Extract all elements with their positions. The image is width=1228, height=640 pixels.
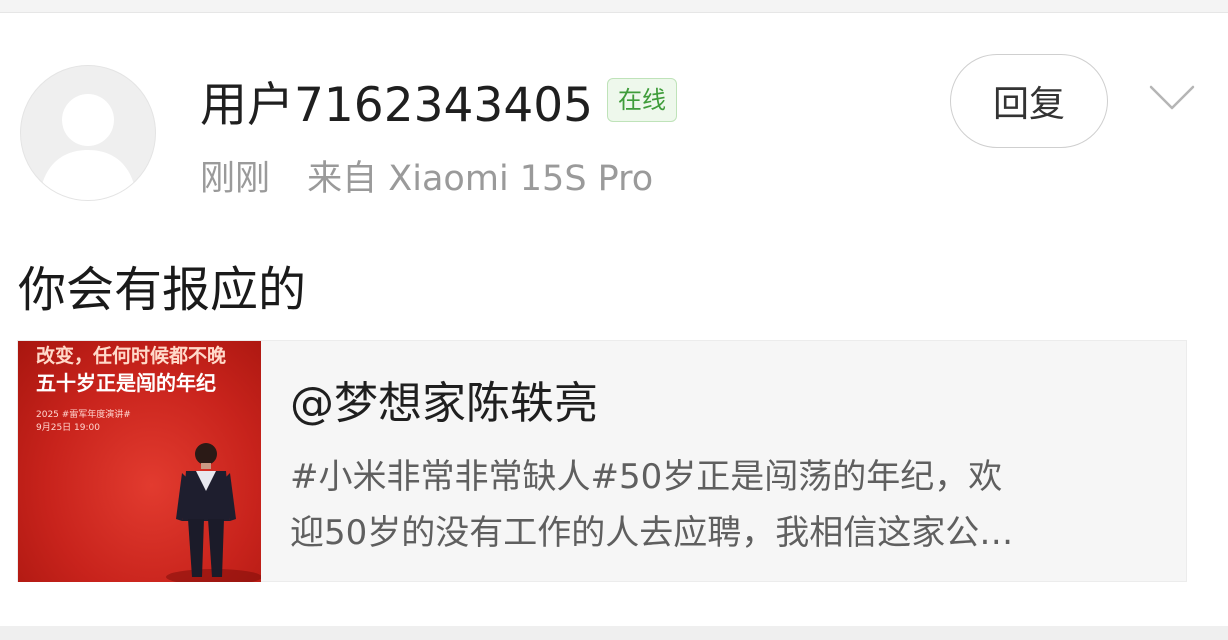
reply-button[interactable]: 回复	[950, 54, 1108, 148]
comment-text: 你会有报应的	[18, 262, 307, 318]
default-avatar-icon	[39, 94, 137, 200]
online-badge: 在线	[607, 78, 678, 122]
post-time: 刚刚	[200, 159, 271, 199]
shared-post-author[interactable]: @梦想家陈轶亮	[290, 367, 598, 431]
shared-post-card[interactable]: 改变，任何时候都不晚 五十岁正是闯的年纪 2025 #雷军年度演讲# 9月25日…	[17, 340, 1187, 582]
shared-post-thumbnail: 改变，任何时候都不晚 五十岁正是闯的年纪 2025 #雷军年度演讲# 9月25日…	[18, 341, 261, 582]
post-meta: 刚刚 来自 Xiaomi 15S Pro	[200, 150, 653, 201]
bottom-divider	[0, 626, 1228, 640]
excerpt-line: #小米非常非常缺人#50岁正是闯荡的年纪，欢	[290, 457, 1003, 497]
username[interactable]: 用户7162343405	[200, 66, 593, 135]
shared-post-excerpt: #小米非常非常缺人#50岁正是闯荡的年纪，欢 迎50岁的没有工作的人去应聘，我相…	[290, 449, 1170, 561]
top-divider	[0, 0, 1228, 13]
avatar[interactable]	[20, 65, 156, 201]
chevron-down-icon[interactable]	[1148, 82, 1196, 112]
post-source: 来自 Xiaomi 15S Pro	[307, 159, 654, 199]
thumbnail-person-figure	[166, 443, 261, 582]
excerpt-line: 迎50岁的没有工作的人去应聘，我相信这家公…	[290, 513, 1014, 553]
username-row: 用户7162343405 在线	[200, 70, 678, 133]
